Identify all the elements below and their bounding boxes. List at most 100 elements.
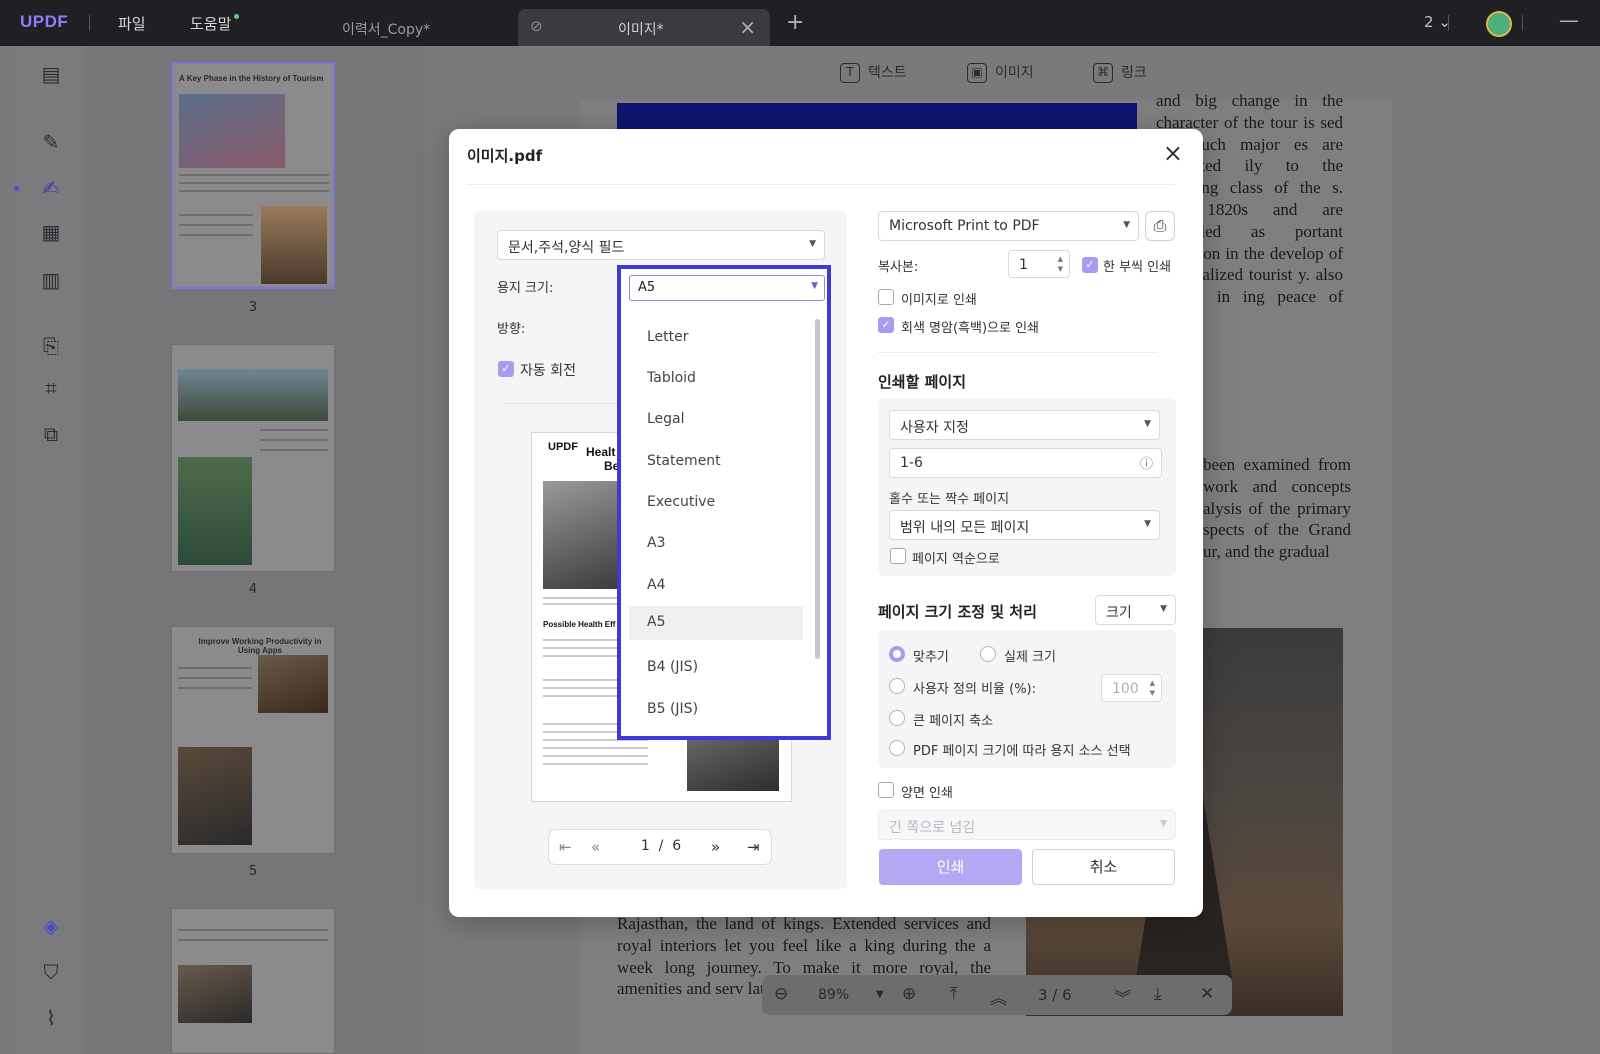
copies-stepper[interactable]: 1 ▲ ▼	[1008, 250, 1070, 278]
organize-pages-icon[interactable]: ▦	[39, 220, 63, 244]
next-page-icon[interactable]: ︾	[1114, 984, 1131, 1009]
page-thumbnail[interactable]: A Key Phase in the History of Tourism	[171, 62, 335, 289]
option-tabloid[interactable]: Tabloid	[629, 362, 803, 396]
flip-select[interactable]: 긴 쪽으로 넘김 ▼	[878, 810, 1176, 840]
menu-file[interactable]: 파일	[118, 13, 146, 34]
form-icon[interactable]: ▥	[39, 268, 63, 292]
text-line	[179, 214, 253, 216]
previous-page-icon[interactable]: «	[591, 838, 600, 856]
thumbnail-page-number: 5	[248, 864, 258, 879]
add-link-button[interactable]: ⌘ 링크	[1093, 62, 1147, 83]
new-tab-plus-icon[interactable]: +	[786, 10, 804, 35]
pages-mode-select[interactable]: 사용자 지정 ▼	[889, 410, 1160, 440]
add-image-button[interactable]: ▣ 이미지	[967, 62, 1034, 83]
text-line	[178, 667, 252, 669]
decrement-icon[interactable]: ▼	[1150, 689, 1155, 697]
printer-select[interactable]: Microsoft Print to PDF ▼	[878, 211, 1139, 241]
auto-rotate-checkbox[interactable]: ✓	[498, 361, 514, 377]
paper-source-label: PDF 페이지 크기에 따라 용지 소스 선택	[913, 744, 1131, 759]
menu-help[interactable]: 도움말	[190, 13, 231, 34]
zoom-dropdown-icon[interactable]: ▼	[876, 989, 884, 1000]
increment-icon[interactable]: ▲	[1058, 255, 1063, 263]
print-button[interactable]: 인쇄	[879, 849, 1022, 885]
option-statement[interactable]: Statement	[629, 445, 803, 479]
option-executive[interactable]: Executive	[629, 486, 803, 520]
zoom-level[interactable]: 89%	[818, 987, 849, 1003]
paper-source-radio[interactable]	[889, 740, 905, 756]
previous-page-icon[interactable]: ︽	[990, 984, 1007, 1009]
reader-icon[interactable]: ▤	[39, 62, 63, 86]
option-a3[interactable]: A3	[629, 527, 803, 561]
custom-scale-input[interactable]: 100 ▲ ▼	[1101, 674, 1162, 702]
print-content-select[interactable]: 문서,주석,양식 필드 ▼	[497, 230, 825, 260]
add-text-button[interactable]: T 텍스트	[840, 62, 907, 83]
grayscale-label: 회색 명암(흑백)으로 인쇄	[901, 321, 1040, 336]
printer-settings-button[interactable]: ⎙	[1145, 211, 1175, 241]
close-icon[interactable]: ×	[1163, 139, 1183, 167]
link-icon: ⌘	[1093, 63, 1113, 83]
reverse-pages-checkbox[interactable]	[890, 548, 906, 564]
decrement-icon[interactable]: ▼	[1058, 265, 1063, 273]
next-page-icon[interactable]: »	[711, 838, 720, 856]
duplex-checkbox[interactable]	[878, 782, 894, 798]
tab-close-icon[interactable]: ×	[739, 15, 756, 39]
page-thumbnail[interactable]: Improve Working Productivity in Using Ap…	[171, 626, 335, 854]
print-content-value: 문서,주석,양식 필드	[508, 240, 625, 256]
total-pages: 6	[672, 838, 682, 854]
actual-size-radio[interactable]	[980, 646, 996, 662]
text-line	[260, 449, 328, 451]
option-a5[interactable]: A5	[629, 606, 803, 640]
tab-resume-copy[interactable]: 이력서_Copy*	[296, 9, 506, 46]
thumbnail-image	[178, 965, 252, 1023]
crop-icon[interactable]: ⌗	[39, 376, 63, 400]
scaling-mode-value: 크기	[1106, 605, 1132, 621]
fit-radio[interactable]	[889, 646, 905, 662]
last-page-icon[interactable]: ⇥	[747, 838, 760, 856]
scrollbar[interactable]	[815, 319, 820, 659]
page-thumbnail[interactable]	[171, 344, 335, 572]
layers-icon[interactable]: ◈	[39, 914, 63, 938]
text-line	[178, 687, 252, 689]
bookmark-icon[interactable]: ⛉	[39, 960, 63, 984]
zoom-out-icon[interactable]: ⊖	[774, 984, 788, 1004]
odd-even-select[interactable]: 범위 내의 모든 페이지 ▼	[889, 510, 1160, 540]
increment-icon[interactable]: ▲	[1150, 679, 1155, 687]
close-icon[interactable]: ✕	[1200, 984, 1214, 1004]
comment-icon[interactable]: ✎	[39, 130, 63, 154]
page-number-input[interactable]: 1 / 6	[621, 838, 701, 854]
cancel-button[interactable]: 취소	[1032, 849, 1175, 885]
preview-heading: Possible Health Eff	[543, 620, 616, 629]
page-range-input[interactable]: 1-6 ⓘ	[889, 448, 1162, 478]
text-line	[543, 687, 618, 689]
scaling-mode-select[interactable]: 크기 ▼	[1095, 595, 1176, 625]
option-a4[interactable]: A4	[629, 569, 803, 603]
avatar[interactable]	[1486, 11, 1512, 37]
shrink-radio[interactable]	[889, 710, 905, 726]
last-page-icon[interactable]: ⤓	[1154, 984, 1162, 1004]
first-page-icon[interactable]: ⇤	[559, 838, 572, 856]
window-count[interactable]: 2 ⌄	[1424, 13, 1451, 31]
text-line	[179, 190, 329, 192]
option-legal[interactable]: Legal	[629, 403, 803, 437]
help-icon[interactable]: ⓘ	[1140, 453, 1153, 472]
custom-scale-radio[interactable]	[889, 678, 905, 694]
minimize-icon[interactable]: —	[1559, 8, 1579, 32]
attachment-icon[interactable]: ⌇	[39, 1006, 63, 1030]
option-b4-jis[interactable]: B4 (JIS)	[629, 651, 803, 685]
tab-image[interactable]: ⊘ 이미지* ×	[518, 9, 770, 46]
grayscale-checkbox[interactable]: ✓	[878, 317, 894, 333]
edit-pdf-icon[interactable]: ✍	[39, 176, 63, 200]
protect-icon[interactable]: ⧉	[39, 422, 63, 446]
option-letter[interactable]: Letter	[629, 321, 803, 355]
paper-size-select[interactable]: A5 ▼	[629, 275, 825, 301]
pages-section-title: 인쇄할 페이지	[878, 373, 967, 391]
collate-checkbox[interactable]: ✓	[1082, 257, 1098, 273]
preview-image	[687, 733, 779, 791]
page-indicator[interactable]: 3 / 6	[1038, 986, 1072, 1004]
zoom-in-icon[interactable]: ⊕	[902, 984, 916, 1004]
first-page-icon[interactable]: ⤒	[950, 984, 958, 1004]
print-as-image-checkbox[interactable]	[878, 289, 894, 305]
convert-icon[interactable]: ⎘	[39, 334, 63, 358]
page-thumbnail[interactable]	[171, 908, 335, 1054]
option-b5-jis[interactable]: B5 (JIS)	[629, 693, 803, 727]
